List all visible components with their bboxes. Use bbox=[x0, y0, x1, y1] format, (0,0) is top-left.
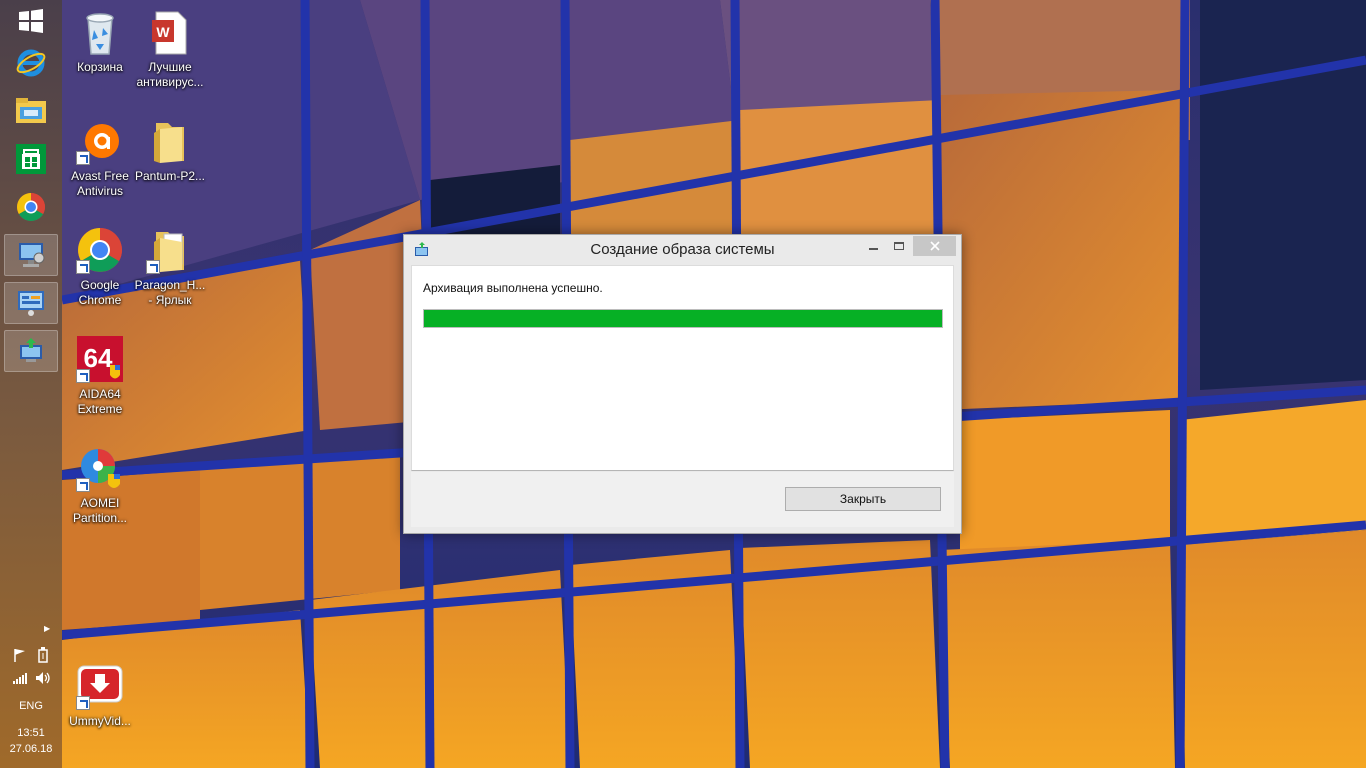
desktop-icon-recycle-bin[interactable]: Корзина bbox=[63, 8, 137, 75]
taskbar-file-explorer[interactable] bbox=[4, 90, 58, 132]
status-message: Архивация выполнена успешно. bbox=[423, 281, 603, 295]
desktop-icon-label: AOMEI Partition... bbox=[72, 496, 128, 525]
desktop-icon-label: Корзина bbox=[77, 60, 123, 74]
maximize-button[interactable] bbox=[886, 236, 912, 256]
svg-text:W: W bbox=[156, 24, 170, 40]
folder-icon bbox=[146, 117, 194, 165]
desktop-icon-google-chrome[interactable]: Google Chrome bbox=[63, 226, 137, 308]
show-hidden-icons-icon[interactable]: ▶ bbox=[44, 624, 50, 633]
desktop-icon-label: UmmyVid... bbox=[69, 714, 131, 728]
taskbar-system-window-1[interactable] bbox=[4, 234, 58, 276]
windows-logo-icon bbox=[19, 9, 43, 33]
shortcut-arrow-icon bbox=[76, 696, 90, 710]
power-icon[interactable] bbox=[34, 647, 52, 663]
taskbar-store[interactable] bbox=[4, 138, 58, 180]
desktop-icon-aida64[interactable]: 64 AIDA64 Extreme bbox=[63, 335, 137, 417]
desktop-icon-label: AIDA64 Extreme bbox=[77, 387, 123, 416]
desktop-icon-label: Avast Free Antivirus bbox=[71, 169, 129, 198]
progress-fill bbox=[424, 310, 942, 327]
desktop-icon-aomei[interactable]: AOMEI Partition... bbox=[63, 444, 137, 526]
avast-icon bbox=[76, 117, 124, 165]
maximize-icon bbox=[894, 242, 904, 250]
clock-time[interactable]: 13:51 bbox=[0, 727, 62, 739]
control-panel-icon bbox=[18, 291, 44, 316]
file-explorer-icon bbox=[16, 98, 46, 123]
progress-bar bbox=[423, 309, 943, 328]
close-icon bbox=[929, 241, 940, 251]
aomei-icon bbox=[76, 444, 124, 492]
desktop-icon-paragon[interactable]: Paragon_H... - Ярлык bbox=[133, 226, 207, 308]
document-icon: W bbox=[146, 8, 194, 56]
taskbar-system-window-3[interactable] bbox=[4, 330, 58, 372]
action-center-flag-icon[interactable] bbox=[11, 647, 29, 663]
taskbar-chrome[interactable] bbox=[4, 186, 58, 228]
desktop-icon-best-antivirus[interactable]: W Лучшие антивирус... bbox=[133, 8, 207, 90]
dialog-footer: Закрыть bbox=[411, 472, 954, 527]
shortcut-arrow-icon bbox=[76, 260, 90, 274]
clock-date[interactable]: 27.06.18 bbox=[0, 743, 62, 755]
dialog-content: Архивация выполнена успешно. bbox=[411, 265, 954, 471]
start-button[interactable] bbox=[4, 0, 58, 42]
language-indicator[interactable]: ENG bbox=[0, 700, 62, 712]
taskbar-internet-explorer[interactable] bbox=[4, 42, 58, 84]
shortcut-arrow-icon bbox=[76, 369, 90, 383]
shortcut-arrow-icon bbox=[146, 260, 160, 274]
minimize-icon bbox=[868, 248, 878, 250]
taskbar: ▶ ENG 13:51 27.06.18 bbox=[0, 0, 62, 768]
ummy-icon bbox=[76, 662, 124, 710]
internet-explorer-icon bbox=[16, 49, 46, 77]
chrome-icon bbox=[76, 226, 124, 274]
minimize-button[interactable] bbox=[860, 236, 886, 256]
desktop-icon-label: Pantum-P2... bbox=[134, 169, 206, 183]
network-icon[interactable] bbox=[11, 670, 29, 686]
desktop-icon-label: Google Chrome bbox=[78, 278, 122, 307]
close-window-button[interactable] bbox=[913, 236, 956, 256]
recycle-bin-icon bbox=[76, 8, 124, 56]
desktop-icon-label: Лучшие антивирус... bbox=[136, 60, 204, 89]
shortcut-arrow-icon bbox=[76, 151, 90, 165]
system-image-dialog: Создание образа системы Архивация выполн… bbox=[403, 234, 962, 534]
backup-icon bbox=[20, 338, 42, 362]
desktop-icon-avast[interactable]: Avast Free Antivirus bbox=[63, 117, 137, 199]
desktop-icon-label: Paragon_H... - Ярлык bbox=[134, 278, 206, 307]
shortcut-arrow-icon bbox=[76, 478, 90, 492]
chrome-icon bbox=[17, 193, 45, 221]
computer-icon bbox=[19, 243, 45, 267]
aida64-icon: 64 bbox=[76, 335, 124, 383]
volume-icon[interactable] bbox=[34, 670, 52, 686]
close-button[interactable]: Закрыть bbox=[785, 487, 941, 511]
taskbar-system-window-2[interactable] bbox=[4, 282, 58, 324]
desktop-icon-ummy[interactable]: UmmyVid... bbox=[63, 662, 137, 729]
dialog-titlebar[interactable]: Создание образа системы bbox=[404, 235, 961, 265]
folder-icon bbox=[146, 226, 194, 274]
desktop-icon-pantum[interactable]: Pantum-P2... bbox=[133, 117, 207, 184]
store-icon bbox=[16, 144, 46, 174]
